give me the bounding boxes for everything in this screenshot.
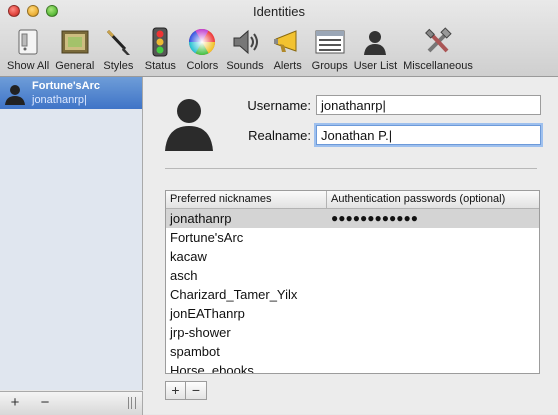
avatar-icon bbox=[165, 99, 213, 151]
groups-icon bbox=[312, 26, 348, 58]
nickname-cell: spambot bbox=[170, 344, 220, 359]
identity-list-item[interactable]: Fortune'sArc jonathanrp| bbox=[0, 77, 142, 109]
toolbar-label: Styles bbox=[103, 60, 134, 72]
separator bbox=[165, 168, 537, 169]
username-label: Username: bbox=[247, 98, 311, 113]
remove-identity-button[interactable]: − bbox=[36, 394, 54, 412]
traffic-light-icon bbox=[142, 26, 178, 58]
password-cell: ●●●●●●●●●●●● bbox=[331, 211, 418, 225]
avatar-icon bbox=[5, 85, 25, 105]
table-row[interactable]: Horse_ebooks bbox=[166, 361, 539, 374]
identity-name: Fortune'sArc bbox=[32, 80, 101, 92]
identities-sidebar: Fortune'sArc jonathanrp| bbox=[0, 77, 143, 390]
toolbar-label: Show All bbox=[7, 60, 50, 72]
tools-icon bbox=[420, 26, 456, 58]
table-row[interactable]: Charizard_Tamer_Yilx bbox=[166, 285, 539, 304]
nickname-cell: Fortune'sArc bbox=[170, 230, 244, 245]
toolbar-styles[interactable]: Styles bbox=[97, 22, 139, 72]
toolbar-general[interactable]: General bbox=[52, 22, 97, 72]
identity-detail-pane: Username: jonathanrp| Realname: Jonathan… bbox=[143, 77, 558, 414]
toolbar-label: Alerts bbox=[273, 60, 302, 72]
table-row[interactable]: jonathanrp ●●●●●●●●●●●● bbox=[166, 209, 539, 228]
toolbar-miscellaneous[interactable]: Miscellaneous bbox=[400, 22, 476, 72]
toolbar-label: Colors bbox=[186, 60, 219, 72]
remove-nickname-button[interactable]: − bbox=[186, 381, 207, 400]
table-row[interactable]: kacaw bbox=[166, 247, 539, 266]
preference-tabs: Show All General Styles Status Colors So… bbox=[4, 22, 476, 74]
table-row[interactable]: spambot bbox=[166, 342, 539, 361]
sidebar-bottom-bar: + − bbox=[0, 391, 143, 415]
toolbar-status[interactable]: Status bbox=[139, 22, 181, 72]
toolbar-show-all[interactable]: Show All bbox=[4, 22, 52, 72]
show-all-icon bbox=[10, 26, 46, 58]
toolbar-groups[interactable]: Groups bbox=[309, 22, 351, 72]
nickname-cell: Horse_ebooks bbox=[170, 363, 254, 374]
toolbar-sounds[interactable]: Sounds bbox=[223, 22, 266, 72]
table-buttons: + − bbox=[165, 381, 207, 401]
username-field[interactable]: jonathanrp| bbox=[316, 95, 541, 115]
color-wheel-icon bbox=[184, 26, 220, 58]
toolbar-alerts[interactable]: Alerts bbox=[267, 22, 309, 72]
window-title: Identities bbox=[252, 4, 306, 19]
add-identity-button[interactable]: + bbox=[6, 394, 24, 412]
column-header-nicknames[interactable]: Preferred nicknames bbox=[170, 193, 272, 205]
nickname-cell: jonathanrp bbox=[170, 211, 232, 226]
nickname-cell: kacaw bbox=[170, 249, 207, 264]
add-nickname-button[interactable]: + bbox=[165, 381, 186, 400]
toolbar-label: Groups bbox=[311, 60, 348, 72]
column-divider bbox=[326, 191, 327, 208]
toolbar-label: Miscellaneous bbox=[403, 60, 473, 72]
column-header-passwords[interactable]: Authentication passwords (optional) bbox=[331, 193, 505, 205]
table-row[interactable]: Fortune'sArc bbox=[166, 228, 539, 247]
speaker-icon bbox=[227, 26, 263, 58]
toolbar-label: Sounds bbox=[226, 60, 264, 72]
megaphone-icon bbox=[270, 26, 306, 58]
user-list-icon bbox=[357, 26, 393, 58]
nickname-cell: Charizard_Tamer_Yilx bbox=[170, 287, 298, 302]
window-toolbar: Identities Show All General Styles Statu… bbox=[0, 0, 558, 77]
toolbar-colors[interactable]: Colors bbox=[181, 22, 223, 72]
nicknames-table[interactable]: Preferred nicknames Authentication passw… bbox=[165, 190, 540, 374]
general-icon bbox=[57, 26, 93, 58]
nickname-cell: asch bbox=[170, 268, 198, 283]
table-row[interactable]: jonEAThanrp bbox=[166, 304, 539, 323]
table-header: Preferred nicknames Authentication passw… bbox=[166, 191, 539, 209]
realname-field[interactable]: Jonathan P.| bbox=[316, 125, 541, 145]
table-row[interactable]: asch bbox=[166, 266, 539, 285]
realname-label: Realname: bbox=[248, 128, 311, 143]
table-row[interactable]: jrp-shower bbox=[166, 323, 539, 342]
toolbar-user-list[interactable]: User List bbox=[351, 22, 400, 72]
toolbar-label: General bbox=[55, 60, 95, 72]
paintbrush-icon bbox=[100, 26, 136, 58]
toolbar-label: Status bbox=[144, 60, 176, 72]
toolbar-label: User List bbox=[353, 60, 398, 72]
nickname-cell: jrp-shower bbox=[170, 325, 231, 340]
nickname-cell: jonEAThanrp bbox=[170, 306, 245, 321]
identity-username: jonathanrp| bbox=[32, 94, 87, 106]
resize-grip[interactable] bbox=[128, 397, 136, 409]
